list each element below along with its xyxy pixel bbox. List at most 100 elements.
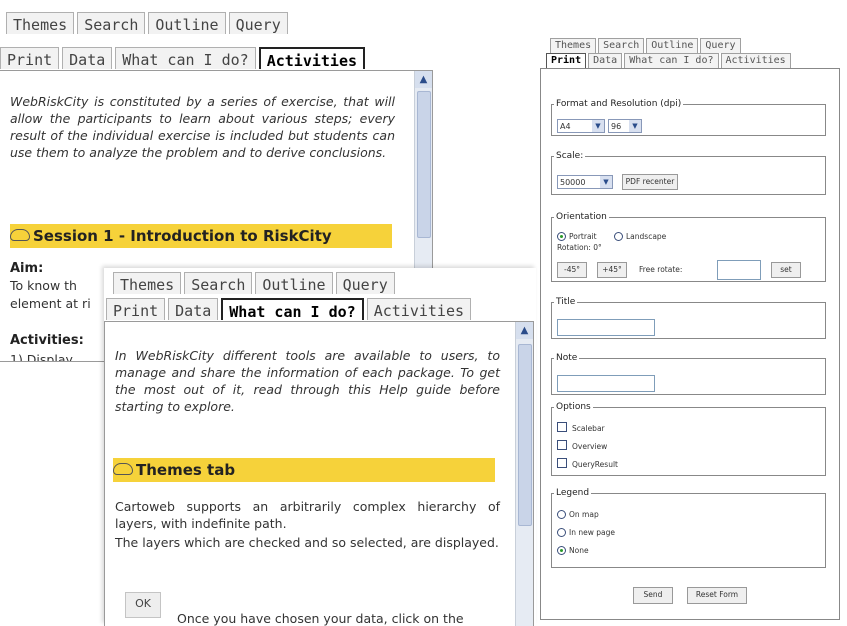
vertical-scrollbar[interactable]: ▲	[515, 322, 533, 626]
print-form: Format and Resolution (dpi) A4 ▼ 96 ▼ Scal…	[540, 68, 840, 620]
options-fieldset: Options Scalebar Overview QueryResult	[551, 402, 826, 476]
ok-button[interactable]: OK	[125, 592, 161, 618]
scroll-up-icon[interactable]: ▲	[516, 322, 533, 339]
tab-data[interactable]: Data	[588, 53, 623, 68]
tab-activities[interactable]: Activities	[366, 298, 472, 320]
scale-select[interactable]: 50000 ▼	[557, 175, 613, 189]
tab-themes[interactable]: Themes	[113, 272, 182, 294]
options-legend: Options	[556, 402, 591, 412]
tab-row-top: Themes Search Outline Query	[6, 12, 291, 36]
tab-themes[interactable]: Themes	[6, 12, 75, 34]
tab-query[interactable]: Query	[700, 38, 741, 53]
send-button[interactable]: Send	[633, 587, 673, 604]
tab-outline[interactable]: Outline	[255, 272, 333, 294]
tab-outline[interactable]: Outline	[646, 38, 699, 53]
tab-activities[interactable]: Activities	[720, 53, 791, 68]
landscape-label: Landscape	[626, 232, 667, 241]
body-paragraph-1: Cartoweb supports an arbitrarily complex…	[115, 499, 500, 531]
tab-activities[interactable]: Activities	[258, 47, 366, 70]
format-legend: Format and Resolution (dpi)	[556, 99, 682, 109]
portrait-radio[interactable]	[557, 232, 566, 241]
what-can-i-do-content: ▲ In WebRiskCity different tools are ava…	[104, 321, 534, 626]
dpi-select[interactable]: 96 ▼	[608, 119, 642, 133]
note-input[interactable]	[557, 375, 655, 392]
rotate-minus-45-button[interactable]: -45°	[557, 262, 587, 278]
legend-legend: Legend	[556, 488, 590, 498]
activities-intro: WebRiskCity is constituted by a series o…	[10, 94, 395, 160]
free-rotate-label: Free rotate:	[639, 265, 683, 274]
rotate-plus-45-button[interactable]: +45°	[597, 262, 627, 278]
legend-none-radio[interactable]	[557, 546, 566, 555]
format-select[interactable]: A4 ▼	[557, 119, 605, 133]
orientation-legend: Orientation	[556, 212, 607, 222]
set-button[interactable]: set	[771, 262, 801, 278]
tab-what-can-i-do[interactable]: What can I do?	[115, 47, 256, 69]
title-input[interactable]	[557, 319, 655, 336]
legend-fieldset: Legend On map In new page None	[551, 488, 826, 568]
tab-query[interactable]: Query	[228, 12, 288, 34]
free-rotate-input[interactable]	[717, 260, 761, 280]
cloud-icon	[113, 462, 133, 475]
tab-row-bottom: Print Data What can I do? Activities	[0, 47, 368, 71]
scroll-thumb[interactable]	[417, 91, 431, 238]
section-title: Themes tab	[136, 461, 236, 479]
tab-data[interactable]: Data	[168, 298, 219, 320]
tab-search[interactable]: Search	[184, 272, 253, 294]
legend-none-label: None	[569, 546, 589, 555]
scale-legend: Scale:	[556, 151, 584, 161]
tab-themes[interactable]: Themes	[550, 38, 597, 53]
tab-search[interactable]: Search	[77, 12, 146, 34]
dropdown-arrow-icon: ▼	[600, 176, 612, 188]
queryresult-label: QueryResult	[572, 460, 618, 469]
what-can-i-do-intro: In WebRiskCity different tools are avail…	[115, 348, 500, 414]
aim-text-line-1: To know th	[10, 278, 77, 293]
cloud-icon	[10, 228, 30, 241]
dropdown-arrow-icon: ▼	[629, 120, 641, 132]
tab-print[interactable]: Print	[106, 298, 166, 320]
ok-text: Once you have chosen your data, click on…	[177, 611, 464, 626]
legend-new-page-label: In new page	[569, 528, 615, 537]
tab-row-top: Themes Search Outline Query	[550, 38, 743, 53]
note-fieldset: Note	[551, 353, 826, 395]
scale-fieldset: Scale: 50000 ▼ PDF recenter	[551, 151, 826, 195]
tab-search[interactable]: Search	[598, 38, 645, 53]
tab-print[interactable]: Print	[0, 47, 60, 69]
rotation-text: Rotation: 0°	[557, 243, 602, 252]
title-legend: Title	[556, 297, 576, 307]
tab-what-can-i-do[interactable]: What can I do?	[221, 298, 364, 321]
session-title-bar: Session 1 - Introduction to RiskCity	[10, 224, 392, 248]
tab-row-bottom: Print Data What can I do? Activities	[106, 298, 474, 322]
section-title-bar: Themes tab	[113, 458, 495, 482]
scalebar-checkbox[interactable]	[557, 422, 567, 432]
tab-print[interactable]: Print	[546, 53, 587, 68]
tab-data[interactable]: Data	[62, 47, 113, 69]
portrait-label: Portrait	[569, 232, 597, 241]
tab-row-top: Themes Search Outline Query	[113, 272, 398, 296]
session-title: Session 1 - Introduction to RiskCity	[33, 227, 332, 245]
scroll-up-icon[interactable]: ▲	[415, 71, 432, 88]
pdf-recenter-button[interactable]: PDF recenter	[622, 174, 678, 190]
print-panel: Themes Search Outline Query Print Data W…	[538, 30, 841, 620]
tab-row-bottom: Print Data What can I do? Activities	[546, 53, 793, 68]
tab-what-can-i-do[interactable]: What can I do?	[624, 53, 719, 68]
scalebar-label: Scalebar	[572, 424, 605, 433]
tab-query[interactable]: Query	[335, 272, 395, 294]
activities-label: Activities:	[10, 333, 84, 348]
title-fieldset: Title	[551, 297, 826, 339]
tab-outline[interactable]: Outline	[148, 12, 226, 34]
scroll-thumb[interactable]	[518, 344, 532, 526]
orientation-fieldset: Orientation Portrait Landscape Rotation:…	[551, 212, 826, 282]
legend-on-map-radio[interactable]	[557, 510, 566, 519]
legend-new-page-radio[interactable]	[557, 528, 566, 537]
landscape-radio[interactable]	[614, 232, 623, 241]
format-fieldset: Format and Resolution (dpi) A4 ▼ 96 ▼	[551, 99, 826, 136]
note-legend: Note	[556, 353, 578, 363]
overview-checkbox[interactable]	[557, 440, 567, 450]
queryresult-checkbox[interactable]	[557, 458, 567, 468]
aim-text-line-2: element at ri	[10, 296, 91, 311]
body-paragraph-2: The layers which are checked and so sele…	[115, 535, 499, 550]
reset-form-button[interactable]: Reset Form	[687, 587, 747, 604]
dropdown-arrow-icon: ▼	[592, 120, 604, 132]
aim-label: Aim:	[10, 261, 44, 276]
activities-item: 1) Display	[10, 352, 73, 362]
